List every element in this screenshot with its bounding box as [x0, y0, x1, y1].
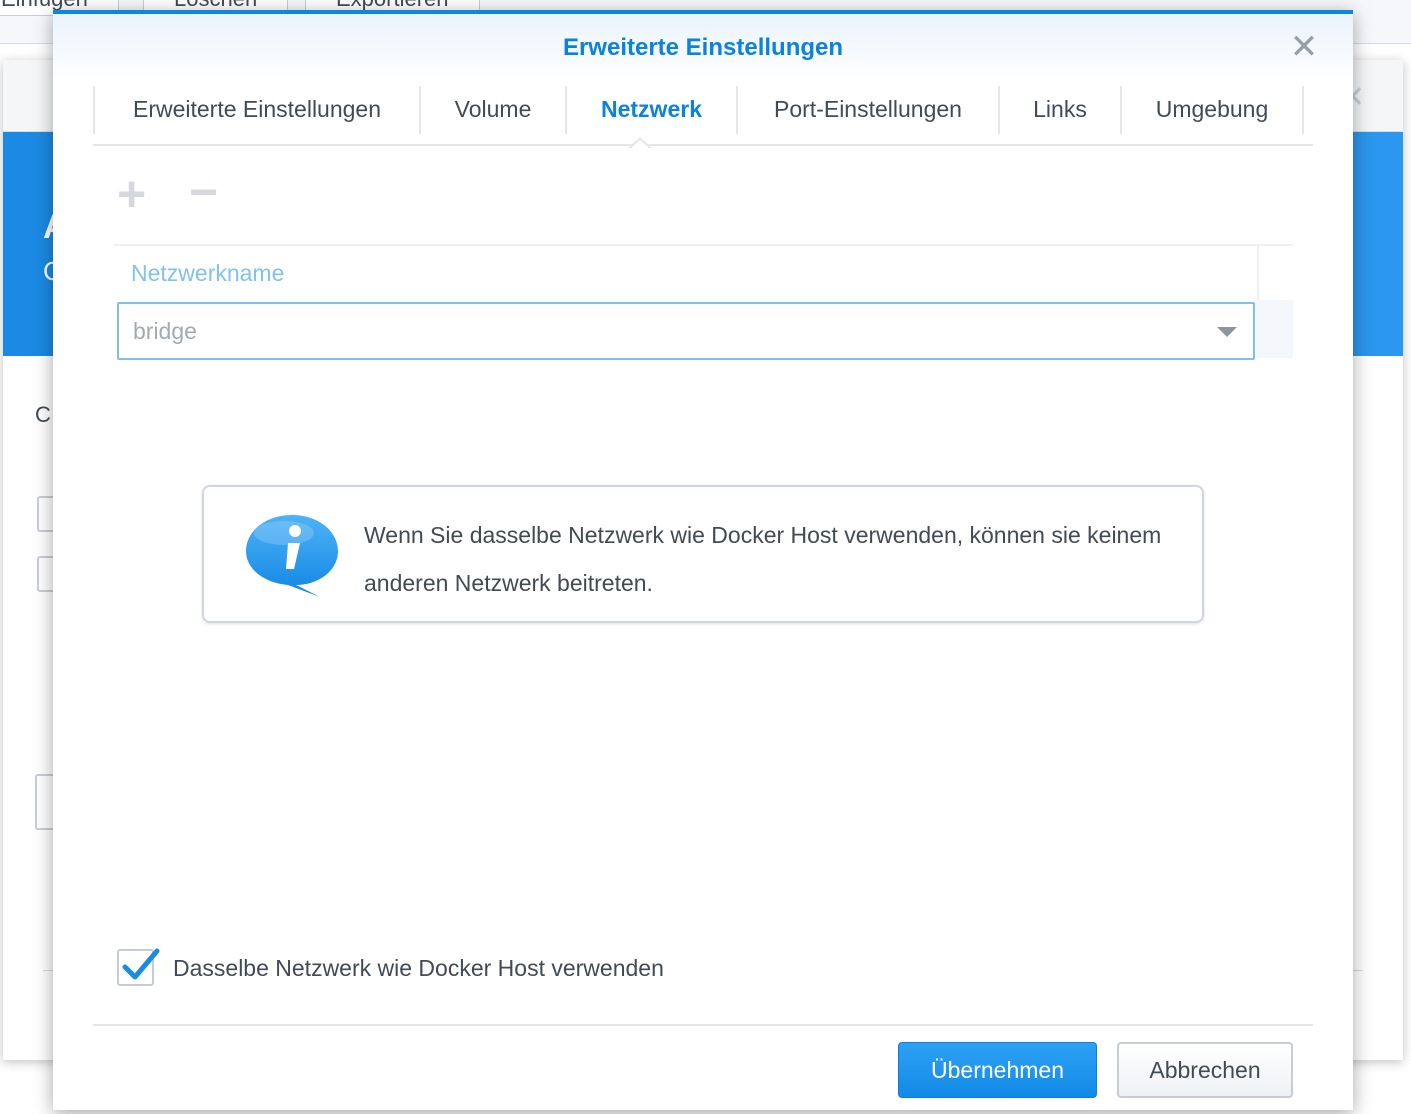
network-select[interactable]: bridge [117, 302, 1255, 360]
info-bubble-icon [246, 515, 338, 597]
dialog-header: Erweiterte Einstellungen ✕ [53, 14, 1353, 84]
info-message-text: Wenn Sie dasselbe Netzwerk wie Docker Ho… [364, 522, 1162, 596]
cancel-button[interactable]: Abbrechen [1117, 1042, 1293, 1098]
network-grid: Netzwerkname bridge [113, 244, 1293, 360]
grid-side-cell [1253, 300, 1293, 358]
minus-icon[interactable]: − [189, 167, 218, 217]
host-network-checkbox-label[interactable]: Dasselbe Netzwerk wie Docker Host verwen… [173, 955, 664, 982]
tab-advanced-settings[interactable]: Erweiterte Einstellungen [93, 86, 419, 134]
plus-icon[interactable]: + [117, 169, 146, 219]
tab-network[interactable]: Netzwerk [565, 86, 736, 134]
tab-volume[interactable]: Volume [419, 86, 565, 134]
grid-header: Netzwerkname [113, 246, 1259, 300]
host-network-checkbox[interactable] [117, 948, 160, 986]
checkmark-icon [122, 948, 160, 980]
network-name-column-header[interactable]: Netzwerkname [131, 260, 284, 287]
background-label: C [35, 402, 51, 427]
tab-environment[interactable]: Umgebung [1120, 86, 1304, 134]
tab-bar: Erweiterte Einstellungen Volume Netzwerk… [93, 84, 1313, 146]
info-message-box: Wenn Sie dasselbe Netzwerk wie Docker Ho… [202, 485, 1204, 623]
dialog-title: Erweiterte Einstellungen [562, 34, 844, 61]
tab-port-settings[interactable]: Port-Einstellungen [736, 86, 998, 134]
footer-divider [93, 1024, 1313, 1026]
network-select-value: bridge [133, 318, 197, 344]
tab-links[interactable]: Links [998, 86, 1120, 134]
advanced-settings-dialog: Erweiterte Einstellungen ✕ Erweiterte Ei… [53, 10, 1353, 1110]
chevron-down-icon[interactable] [1217, 327, 1237, 337]
active-tab-pointer [628, 137, 652, 149]
apply-button[interactable]: Übernehmen [898, 1042, 1097, 1098]
close-icon[interactable]: ✕ [1289, 30, 1319, 64]
